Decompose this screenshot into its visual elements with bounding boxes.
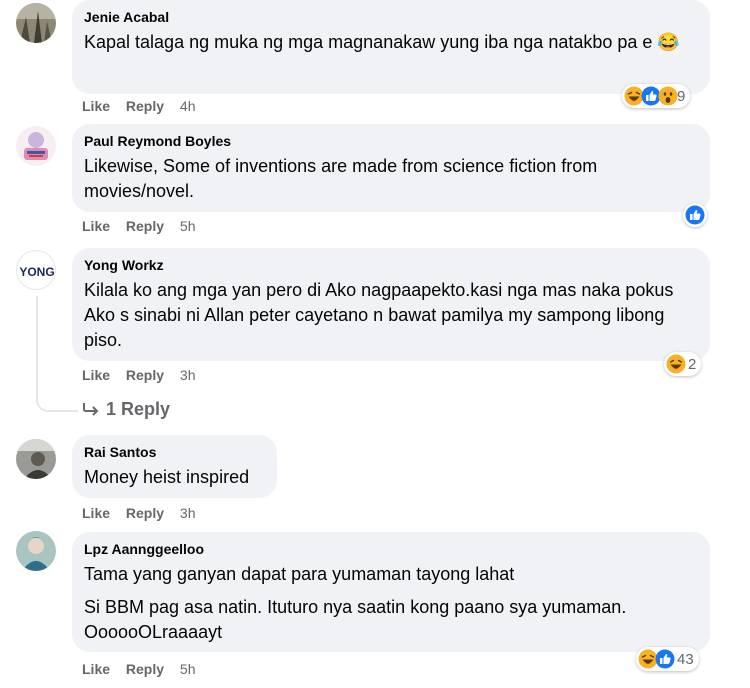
comment-text: Likewise, Some of inventions are made fr… [84,154,698,204]
comment-text: Kapal talaga ng muka ng mga magnanakaw y… [84,30,698,55]
comment-line: Tama yang ganyan dapat para yumaman tayo… [84,564,515,584]
reaction-count: 9 [677,87,686,105]
comment-time[interactable]: 5h [180,218,196,234]
reply-arrow-icon [83,403,99,416]
avatar[interactable] [16,3,56,43]
comment-bubble: Jenie Acabal Kapal talaga ng muka ng mga… [72,0,710,94]
comment-line: Kilala ko ang mga yan pero di Ako nagpaa… [84,280,674,350]
reply-button[interactable]: Reply [126,505,164,521]
comment-bubble: Rai Santos Money heist inspired [72,435,277,498]
comment-text: Tama yang ganyan dapat para yumaman tayo… [84,562,698,645]
comment-time[interactable]: 3h [180,367,196,383]
like-button[interactable]: Like [82,218,110,234]
comment-actions: Like Reply 3h [82,505,196,521]
comment-bubble: Yong Workz Kilala ko ang mga yan pero di… [72,248,710,361]
comment-author[interactable]: Yong Workz [84,256,698,274]
avatar[interactable] [16,531,56,571]
like-button[interactable]: Like [82,505,110,521]
reaction-summary[interactable] [683,203,707,227]
comment-author[interactable]: Jenie Acabal [84,8,698,26]
comment-bubble: Lpz Aannggeelloo Tama yang ganyan dapat … [72,532,710,652]
comment-text: Money heist inspired [84,465,265,490]
reaction-count: 43 [677,650,694,668]
avatar[interactable] [16,439,56,479]
reaction-summary[interactable]: 9 [622,84,691,108]
reply-button[interactable]: Reply [126,218,164,234]
like-icon [685,205,705,225]
comment-line: Kapal talaga ng muka ng mga magnanakaw y… [84,32,680,52]
wow-icon [658,86,678,106]
avatar[interactable] [16,126,56,166]
replies-count-label: 1 Reply [106,399,171,419]
like-button[interactable]: Like [82,661,110,677]
reply-button[interactable]: Reply [126,661,164,677]
reaction-count: 2 [688,355,697,373]
reply-button[interactable]: Reply [126,367,164,383]
comment-actions: Like Reply 5h [82,661,196,677]
reply-button[interactable]: Reply [126,98,164,114]
comment-time[interactable]: 5h [180,661,196,677]
comment-line: Likewise, Some of inventions are made fr… [84,156,598,201]
comment-actions: Like Reply 4h [82,98,196,114]
avatar[interactable]: YONG [16,250,56,290]
comment-actions: Like Reply 5h [82,218,196,234]
comment-line: Money heist inspired [84,467,250,487]
reaction-summary[interactable]: 43 [636,647,699,671]
like-icon [655,649,675,669]
thread-branch [36,396,78,412]
comment-line: Si BBM pag asa natin. Ituturo nya saatin… [84,597,627,642]
haha-icon [666,354,686,374]
comment-text: Kilala ko ang mga yan pero di Ako nagpaa… [84,278,698,353]
comment-bubble: Paul Reymond Boyles Likewise, Some of in… [72,124,710,212]
avatar-logo-text: YONG [19,265,54,279]
comment-actions: Like Reply 3h [82,367,196,383]
comment-time[interactable]: 4h [180,98,196,114]
view-replies-link[interactable]: 1 Reply [82,399,170,420]
comment-author[interactable]: Lpz Aannggeelloo [84,540,698,558]
reaction-summary[interactable]: 2 [664,352,702,376]
thread-line [36,296,38,396]
like-button[interactable]: Like [82,98,110,114]
comment-author[interactable]: Rai Santos [84,443,265,461]
comment-author[interactable]: Paul Reymond Boyles [84,132,698,150]
like-button[interactable]: Like [82,367,110,383]
comment-time[interactable]: 3h [180,505,196,521]
